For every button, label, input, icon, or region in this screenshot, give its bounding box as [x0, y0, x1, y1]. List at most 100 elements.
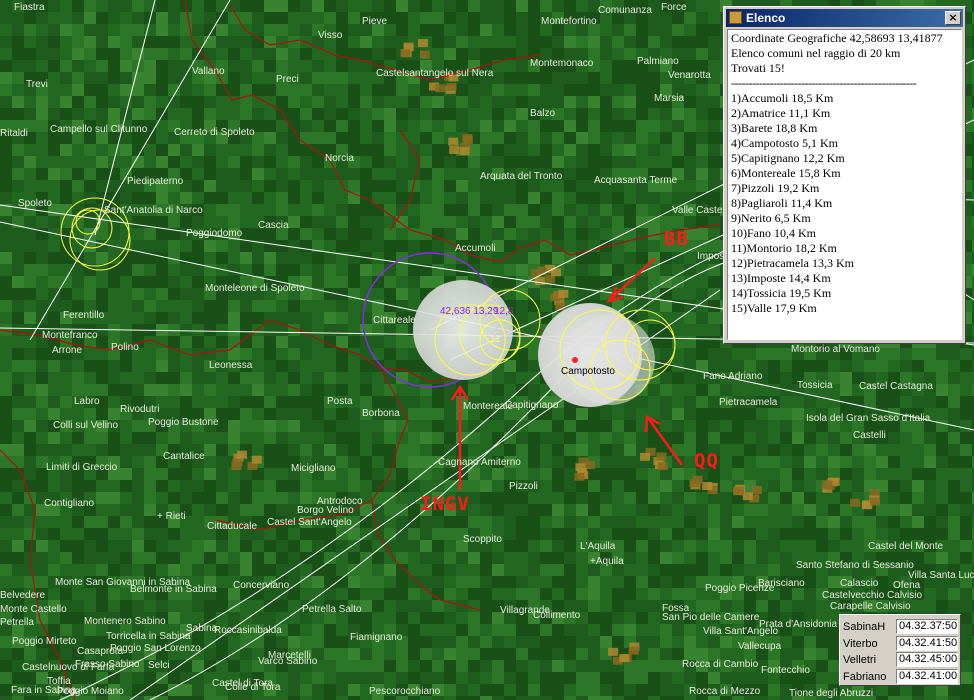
list-line: 8)Pagliaroli 11,4 Km: [731, 196, 833, 210]
town-label: Monteleone di Spoleto: [205, 283, 305, 294]
town-label: Collimento: [533, 610, 581, 621]
town-label: Ritaldi: [0, 128, 28, 139]
town-label: Marsia: [654, 93, 685, 104]
town-label: Posta: [327, 396, 353, 407]
list-line: 13)Imposte 14,4 Km: [731, 271, 831, 285]
town-label: Micigliano: [291, 463, 336, 474]
town-label: Borgo Velino: [297, 505, 354, 516]
time-value-field[interactable]: 04.32.41:00: [896, 668, 958, 684]
town-label: Scoppito: [463, 534, 502, 545]
list-line: Elenco comuni nel raggio di 20 km: [731, 46, 901, 60]
town-label: Montenero Sabino: [84, 616, 166, 627]
town-label: Torricella in Sabina: [106, 631, 191, 642]
town-label: Cascia: [258, 220, 289, 231]
time-row: Viterbo 04.32.41:50: [843, 635, 959, 652]
town-label: Arquata del Tronto: [480, 171, 563, 182]
town-label: Arrone: [52, 345, 83, 356]
town-label: Poggiodomo: [186, 228, 243, 239]
town-label: Colli sul Velino: [53, 420, 119, 431]
town-label: Castel Castagna: [859, 381, 933, 392]
town-label: Visso: [318, 30, 343, 41]
town-label: +Aquila: [590, 556, 624, 567]
town-label: Poggio Picenze: [705, 583, 775, 594]
town-label: Force: [661, 2, 687, 13]
time-row: SabinaH 04.32.37:50: [843, 619, 959, 635]
town-label: Carapelle Calvisio: [830, 601, 911, 612]
town-label: Balzo: [530, 108, 556, 119]
town-label: Norcia: [325, 153, 354, 164]
town-label: Fiastra: [14, 2, 45, 13]
time-row: Fabriano 04.32.41:00: [843, 668, 959, 685]
list-line: 5)Capitignano 12,2 Km: [731, 151, 845, 165]
town-label: Villa Santa Lucia: [908, 570, 974, 581]
list-line: 15)Valle 17,9 Km: [731, 301, 817, 315]
town-label: Tossicia: [797, 380, 833, 391]
elenco-window[interactable]: Elenco × Coordinate Geografiche 42,58693…: [723, 6, 966, 344]
circle-coords-label: 42,636 13,29: [440, 306, 499, 317]
town-label: Fano Adriano: [703, 371, 763, 382]
window-titlebar[interactable]: Elenco ×: [726, 9, 963, 27]
town-label: Capitignano: [505, 400, 559, 411]
town-label: Fiamignano: [350, 632, 403, 643]
town-label: Acquasanta Terme: [594, 175, 678, 186]
list-separator: ----------------------------------------…: [731, 76, 917, 90]
town-label: Vallano: [192, 66, 225, 77]
town-label: Ferentillo: [63, 310, 105, 321]
town-label: Castelli: [853, 430, 886, 441]
town-label: Villa Sant'Angelo: [703, 626, 779, 637]
town-label: Poggio Bustone: [148, 417, 219, 428]
list-line: 1)Accumoli 18,5 Km: [731, 91, 834, 105]
circle-coords-label-2: 12,8: [494, 306, 514, 317]
annotation-qq: QQ: [694, 450, 719, 472]
list-line: 10)Fano 10,4 Km: [731, 226, 816, 240]
time-value-field[interactable]: 04.32.41:50: [896, 635, 958, 651]
town-label: Cittareale: [373, 315, 416, 326]
town-label: Rocca di Cambio: [682, 659, 759, 670]
list-line: 11)Montorio 18,2 Km: [731, 241, 837, 255]
town-label: Varco Sabino: [258, 656, 318, 667]
town-label: Colle di Tora: [225, 682, 281, 693]
town-label: Tione degli Abruzzi: [789, 688, 874, 699]
town-label: Calascio: [840, 578, 879, 589]
town-label: Concerviano: [233, 580, 290, 591]
elenco-list[interactable]: Coordinate Geografiche 42,58693 13,41877…: [727, 29, 962, 340]
town-label: Casaprota: [77, 646, 124, 657]
town-label: Cittaducale: [207, 521, 258, 532]
time-value-field[interactable]: 04.32.37:50: [896, 619, 958, 634]
list-line: 12)Pietracamela 13,3 Km: [731, 256, 854, 270]
town-label: Montemonaco: [530, 58, 594, 69]
list-line: Coordinate Geografiche 42,58693 13,41877: [731, 31, 943, 45]
town-label: Polino: [111, 342, 139, 353]
town-label: Poggio Mirteto: [12, 636, 77, 647]
time-station-label: Fabriano: [843, 670, 887, 683]
town-label: Monte Castello: [0, 604, 67, 615]
close-button[interactable]: ×: [945, 11, 961, 25]
town-label: Montefranco: [42, 330, 98, 341]
annotation-ingv: INGV: [420, 493, 470, 515]
town-label: Spoleto: [18, 198, 52, 209]
list-line: 4)Campotosto 5,1 Km: [731, 136, 838, 150]
town-label: + Rieti: [157, 511, 186, 522]
town-label: Leonessa: [209, 360, 253, 371]
town-label: Limiti di Greccio: [46, 462, 118, 473]
times-panel: SabinaH 04.32.37:50 Viterbo 04.32.41:50 Vell…: [839, 614, 961, 686]
time-station-label: SabinaH: [843, 621, 886, 633]
town-label: Castelsantangelo sul Nera: [376, 68, 494, 79]
town-label: Poggio San Lorenzo: [110, 643, 201, 654]
town-label: Contigliano: [44, 498, 95, 509]
town-label: Belvedere: [0, 590, 46, 601]
app-icon: [729, 11, 742, 24]
list-line: 7)Pizzoli 19,2 Km: [731, 181, 820, 195]
time-value-field[interactable]: 04.32.45:00: [896, 652, 958, 667]
town-label: Castelnuovo di Farfa: [22, 662, 115, 673]
town-label: L'Aquila: [580, 541, 616, 552]
town-label: Cerreto di Spoleto: [174, 127, 255, 138]
town-label: Castel del Monte: [868, 541, 944, 552]
town-label: Pizzoli: [509, 481, 538, 492]
town-label: Petrella Salto: [302, 604, 362, 615]
town-label: Roccasinibalda: [214, 625, 282, 636]
town-label: Palmiano: [637, 56, 679, 67]
town-label: Labro: [74, 396, 100, 407]
town-label: Vallecupa: [738, 641, 782, 652]
town-label: Borbona: [362, 408, 400, 419]
